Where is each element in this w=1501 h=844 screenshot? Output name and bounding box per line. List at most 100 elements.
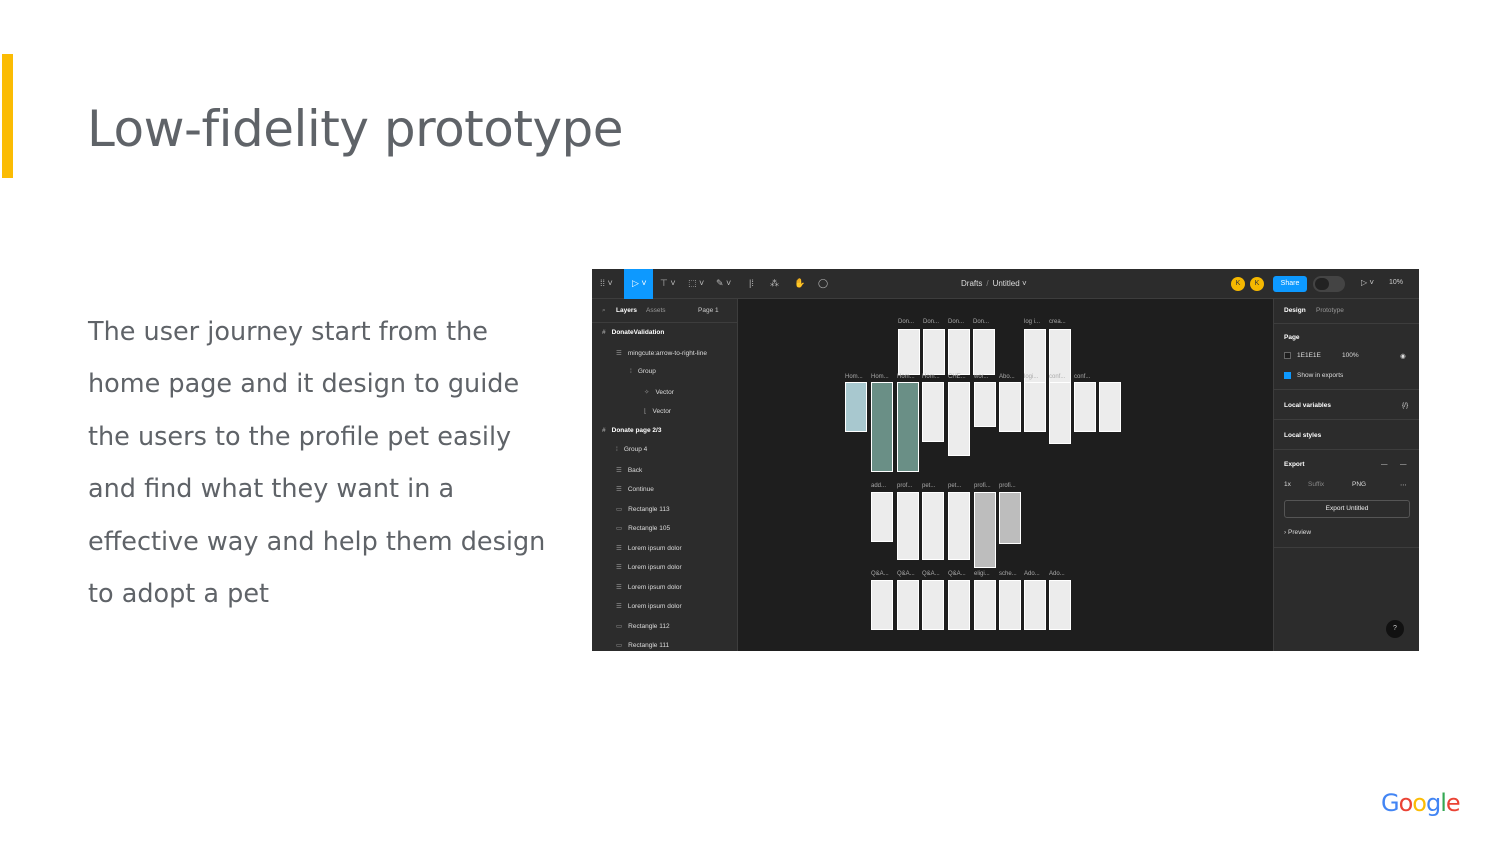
frame-label[interactable]: Hom...: [845, 374, 863, 380]
comment-tool-icon[interactable]: ◯: [818, 278, 828, 289]
wireframe-frame[interactable]: [973, 329, 995, 375]
layer-item[interactable]: ☰ Back: [616, 466, 642, 474]
preview-toggle[interactable]: › Preview: [1284, 529, 1311, 536]
wireframe-frame[interactable]: [974, 580, 996, 630]
wireframe-frame[interactable]: [845, 382, 867, 432]
wireframe-frame[interactable]: [898, 329, 920, 375]
page-color-swatch[interactable]: 1E1E1E: [1284, 352, 1321, 359]
export-button[interactable]: Export Untitled: [1284, 500, 1410, 518]
wireframe-frame[interactable]: [974, 382, 996, 427]
zoom-level[interactable]: 10%: [1389, 279, 1403, 286]
share-button[interactable]: Share: [1273, 276, 1307, 292]
help-icon[interactable]: ?: [1386, 620, 1404, 638]
wireframe-frame[interactable]: [897, 382, 919, 472]
frame-label[interactable]: sche...: [999, 571, 1017, 577]
layer-item[interactable]: # DonateValidation: [602, 329, 664, 336]
tab-prototype[interactable]: Prototype: [1316, 307, 1344, 314]
wireframe-frame[interactable]: [974, 492, 996, 568]
breadcrumb-folder[interactable]: Drafts: [961, 279, 982, 288]
frame-label[interactable]: Ado...: [1024, 571, 1040, 577]
wireframe-frame[interactable]: [871, 580, 893, 630]
frame-label[interactable]: profi...: [974, 483, 991, 489]
frame-label[interactable]: pet...: [922, 483, 935, 489]
local-styles-label[interactable]: Local styles: [1284, 432, 1321, 439]
frame-label[interactable]: crea...: [1049, 319, 1066, 325]
layer-item[interactable]: ☰ mingcute:arrow-to-right-line: [616, 349, 707, 357]
tab-assets[interactable]: Assets: [646, 307, 666, 314]
frame-label[interactable]: wor...: [974, 374, 988, 380]
wireframe-frame[interactable]: [922, 382, 944, 442]
page-selector[interactable]: Page 1: [698, 307, 719, 314]
frame-label[interactable]: Don...: [923, 319, 939, 325]
wireframe-frame[interactable]: [999, 492, 1021, 544]
frame-label[interactable]: Hom...: [897, 374, 915, 380]
layer-item[interactable]: ▭ Rectangle 111: [616, 641, 669, 649]
frame-label[interactable]: pet...: [948, 483, 961, 489]
page-opacity[interactable]: 100%: [1342, 352, 1359, 359]
wireframe-frame[interactable]: [897, 580, 919, 630]
wireframe-frame[interactable]: [948, 580, 970, 630]
avatar[interactable]: K: [1231, 277, 1245, 291]
wireframe-frame[interactable]: [871, 382, 893, 472]
layer-item[interactable]: ☰ Continue: [616, 485, 654, 493]
wireframe-frame[interactable]: [999, 580, 1021, 630]
frame-label[interactable]: Don...: [948, 319, 964, 325]
wireframe-frame[interactable]: [948, 492, 970, 560]
wireframe-frame[interactable]: [871, 492, 893, 542]
shape-tool-icon[interactable]: ⬚ ˅: [688, 278, 704, 289]
more-icon[interactable]: ⋯: [1400, 481, 1407, 489]
main-menu-icon[interactable]: ⁞⁞ ˅: [600, 278, 613, 288]
text-tool-icon[interactable]: |⁞: [749, 278, 754, 288]
frame-label[interactable]: Q&A...: [948, 571, 966, 577]
eye-icon[interactable]: ◉: [1400, 352, 1406, 360]
export-format-select[interactable]: PNG: [1352, 481, 1366, 488]
frame-label[interactable]: Q&A...: [871, 571, 889, 577]
layer-item[interactable]: ⁞ Group 4: [616, 446, 647, 453]
frame-label[interactable]: Hom...: [922, 374, 940, 380]
frame-label[interactable]: eligi...: [974, 571, 990, 577]
wireframe-frame[interactable]: [1024, 382, 1046, 432]
frame-label[interactable]: conf...: [1049, 374, 1065, 380]
frame-label[interactable]: prof...: [897, 483, 912, 489]
tab-layers[interactable]: Layers: [616, 307, 637, 314]
move-tool-icon[interactable]: ▷ ˅: [624, 269, 653, 299]
layer-item[interactable]: ☰ Lorem ipsum dolor: [616, 583, 682, 591]
resources-icon[interactable]: ⁂: [770, 278, 779, 289]
frame-label[interactable]: Q&A...: [922, 571, 940, 577]
frame-label[interactable]: Don...: [898, 319, 914, 325]
frame-label[interactable]: Hom...: [871, 374, 889, 380]
frame-label[interactable]: Q&A...: [897, 571, 915, 577]
layer-item[interactable]: ⌊ Vector: [644, 407, 671, 415]
layer-item[interactable]: ☰ Lorem ipsum dolor: [616, 544, 682, 552]
wireframe-frame[interactable]: [999, 382, 1021, 432]
wireframe-frame[interactable]: [1049, 580, 1071, 630]
wireframe-frame[interactable]: [948, 382, 970, 456]
remove-icon[interactable]: —: [1400, 461, 1407, 468]
layer-item[interactable]: ▭ Rectangle 113: [616, 505, 670, 513]
layer-item[interactable]: ✧ Vector: [644, 388, 674, 396]
wireframe-frame[interactable]: [1099, 382, 1121, 432]
layer-item[interactable]: ⁞ Group: [630, 368, 656, 375]
frame-label[interactable]: conf...: [1074, 374, 1090, 380]
remove-icon[interactable]: —: [1381, 461, 1388, 468]
frame-label[interactable]: Ado...: [1049, 571, 1065, 577]
hand-tool-icon[interactable]: ✋: [794, 278, 805, 289]
wireframe-frame[interactable]: [948, 329, 970, 375]
avatar[interactable]: K: [1250, 277, 1264, 291]
chevron-down-icon[interactable]: ˅: [1022, 279, 1027, 288]
layer-item[interactable]: ▭ Rectangle 105: [616, 524, 670, 532]
layer-item[interactable]: # Donate page 2/3: [602, 427, 661, 434]
variables-icon[interactable]: {/}: [1402, 402, 1408, 409]
wireframe-frame[interactable]: [922, 580, 944, 630]
wireframe-frame[interactable]: [1024, 580, 1046, 630]
dev-mode-toggle[interactable]: [1313, 276, 1345, 292]
frame-label[interactable]: CHE...: [948, 374, 966, 380]
frame-label[interactable]: profi...: [999, 483, 1016, 489]
frame-label[interactable]: Abo...: [999, 374, 1015, 380]
layer-item[interactable]: ☰ Lorem ipsum dolor: [616, 563, 682, 571]
frame-label[interactable]: log i...: [1024, 319, 1040, 325]
layer-item[interactable]: ▭ Rectangle 112: [616, 622, 670, 630]
wireframe-frame[interactable]: [1049, 382, 1071, 444]
wireframe-frame[interactable]: [923, 329, 945, 375]
export-scale[interactable]: 1x: [1284, 481, 1291, 488]
